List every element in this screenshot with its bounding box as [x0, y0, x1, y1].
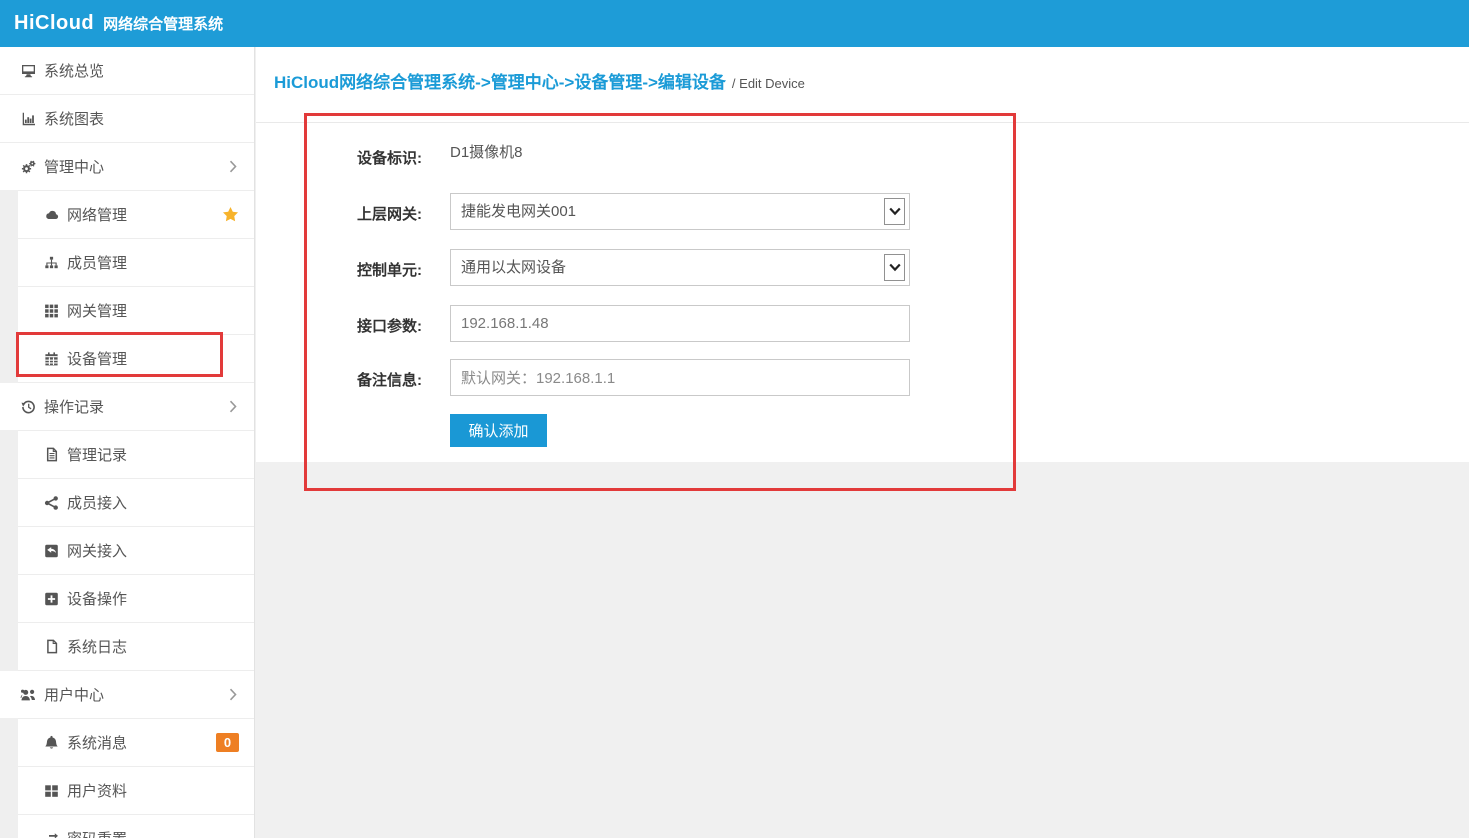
chevron-down-icon[interactable] [884, 198, 905, 225]
sidebar-item-device-management[interactable]: 设备管理 [18, 335, 254, 383]
sidebar-item-system-messages[interactable]: 系统消息 0 [18, 719, 254, 767]
sidebar-item-management-records[interactable]: 管理记录 [18, 431, 254, 479]
control-unit-wrap: 通用以太网设备 [450, 249, 910, 286]
control-unit-select[interactable]: 通用以太网设备 [450, 249, 910, 286]
interface-params-input[interactable] [450, 305, 910, 342]
sidebar-item-label: 网络管理 [67, 204, 127, 225]
parent-gateway-select[interactable]: 捷能发电网关001 [450, 193, 910, 230]
sidebar-item-network-management[interactable]: 网络管理 [18, 191, 254, 239]
bell-icon [43, 735, 60, 750]
remark-wrap [450, 359, 910, 396]
gears-icon [20, 159, 37, 174]
sidebar-item-label: 网关接入 [67, 540, 127, 561]
sidebar-item-member-management[interactable]: 成员管理 [18, 239, 254, 287]
bar-chart-icon [20, 111, 37, 126]
control-unit-label: 控制单元: [300, 259, 422, 280]
plus-square-icon [43, 591, 60, 606]
sidebar-item-label: 设备管理 [67, 348, 127, 369]
cloud-icon [43, 207, 60, 222]
star-icon[interactable] [222, 206, 239, 227]
sidebar-item-system-logs[interactable]: 系统日志 [18, 623, 254, 671]
desktop-icon [20, 63, 37, 78]
sidebar-item-label: 密码重置 [67, 828, 127, 838]
th-large-icon [43, 783, 60, 798]
chevron-down-icon[interactable] [884, 254, 905, 281]
sidebar-item-system-charts[interactable]: 系统图表 [0, 95, 254, 143]
sidebar-item-label: 用户中心 [44, 684, 104, 705]
interface-params-label: 接口参数: [300, 315, 422, 336]
file-icon [43, 639, 60, 654]
grid-icon [43, 303, 60, 318]
sidebar-item-label: 用户资料 [67, 780, 127, 801]
breadcrumb-path[interactable]: HiCloud网络综合管理系统->管理中心->设备管理->编辑设备 [274, 68, 726, 93]
app-header: HiCloud 网络综合管理系统 [0, 0, 1469, 47]
sidebar-item-label: 系统消息 [67, 732, 127, 753]
sidebar-item-gateway-access[interactable]: 网关接入 [18, 527, 254, 575]
parent-gateway-label: 上层网关: [300, 203, 422, 224]
control-unit-selected-value: 通用以太网设备 [461, 259, 566, 276]
device-id-value-wrap: D1摄像机8 [450, 141, 910, 162]
sitemap-icon [43, 255, 60, 270]
app-logo: HiCloud [14, 12, 94, 35]
sidebar-item-management-center[interactable]: 管理中心 [0, 143, 254, 191]
notification-count-badge: 0 [216, 733, 239, 752]
chevron-right-icon [229, 688, 237, 705]
sidebar-item-user-profile[interactable]: 用户资料 [18, 767, 254, 815]
chevron-right-icon [229, 160, 237, 177]
sidebar-item-system-overview[interactable]: 系统总览 [0, 47, 254, 95]
chevron-right-icon [229, 400, 237, 417]
history-icon [20, 399, 37, 414]
sidebar-item-password-reset[interactable]: 密码重置 [18, 815, 254, 838]
sidebar-item-device-operations[interactable]: 设备操作 [18, 575, 254, 623]
breadcrumb-divider [256, 122, 1469, 123]
users-icon [20, 687, 37, 702]
parent-gateway-selected-value: 捷能发电网关001 [461, 203, 576, 220]
sidebar: 系统总览系统图表管理中心网络管理成员管理网关管理设备管理操作记录管理记录成员接入… [0, 47, 255, 838]
breadcrumb-subtitle: / Edit Device [732, 76, 805, 91]
sidebar-item-user-center[interactable]: 用户中心 [0, 671, 254, 719]
share-square-icon [43, 543, 60, 558]
interface-params-wrap [450, 305, 910, 342]
sidebar-item-label: 设备操作 [67, 588, 127, 609]
app-title: 网络综合管理系统 [103, 13, 223, 34]
confirm-add-button[interactable]: 确认添加 [450, 414, 547, 447]
sidebar-item-label: 操作记录 [44, 396, 104, 417]
calendar-icon [43, 351, 60, 366]
sidebar-item-label: 网关管理 [67, 300, 127, 321]
share-nodes-icon [43, 495, 60, 510]
sidebar-item-gateway-management[interactable]: 网关管理 [18, 287, 254, 335]
sidebar-item-label: 系统总览 [44, 60, 104, 81]
sidebar-item-label: 管理记录 [67, 444, 127, 465]
file-text-icon [43, 447, 60, 462]
sidebar-item-label: 管理中心 [44, 156, 104, 177]
remark-label: 备注信息: [300, 369, 422, 390]
breadcrumb: HiCloud网络综合管理系统->管理中心->设备管理->编辑设备 / Edit… [274, 68, 805, 93]
device-id-value: D1摄像机8 [450, 144, 523, 161]
parent-gateway-wrap: 捷能发电网关001 [450, 193, 910, 230]
sidebar-item-label: 系统日志 [67, 636, 127, 657]
sidebar-item-operation-records[interactable]: 操作记录 [0, 383, 254, 431]
device-id-label: 设备标识: [300, 147, 422, 168]
remark-input[interactable] [450, 359, 910, 396]
sidebar-item-label: 成员接入 [67, 492, 127, 513]
sidebar-item-member-access[interactable]: 成员接入 [18, 479, 254, 527]
retweet-icon [43, 831, 60, 838]
sidebar-item-label: 系统图表 [44, 108, 104, 129]
sidebar-item-label: 成员管理 [67, 252, 127, 273]
